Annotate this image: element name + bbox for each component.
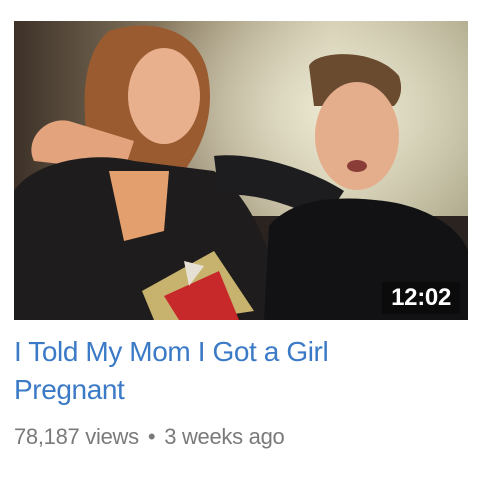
video-title[interactable]: I Told My Mom I Got a Girl Pregnant (14, 333, 434, 409)
view-count: 78,187 views (14, 424, 139, 449)
video-card: 12:02 I Told My Mom I Got a Girl Pregnan… (0, 0, 480, 480)
video-thumbnail[interactable]: 12:02 (14, 21, 468, 320)
video-duration: 12:02 (382, 282, 460, 314)
thumbnail-image (14, 21, 468, 320)
upload-age: 3 weeks ago (164, 424, 285, 449)
video-meta: 78,187 views • 3 weeks ago (14, 422, 285, 452)
meta-separator: • (147, 424, 156, 449)
